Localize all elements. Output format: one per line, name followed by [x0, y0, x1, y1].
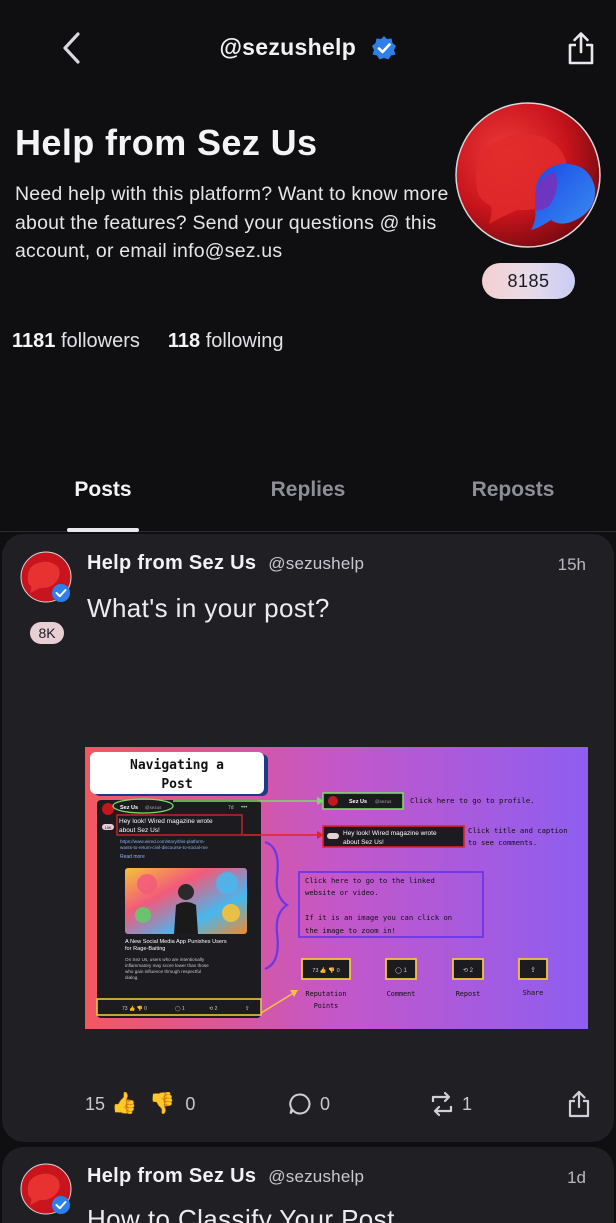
svg-text:Repost: Repost [456, 990, 481, 998]
following-count: 118 [167, 330, 201, 352]
svg-text:◯ 1: ◯ 1 [395, 967, 407, 974]
svg-text:⇪: ⇪ [245, 1005, 250, 1012]
svg-text:about Sez Us!: about Sez Us! [343, 839, 384, 846]
tab-replies[interactable]: Replies [255, 478, 361, 502]
comment-button[interactable]: 0 [288, 1089, 330, 1119]
image-heading: Navigating a [130, 758, 224, 773]
follow-stats: 1181 followers 118 following [12, 330, 284, 353]
verified-badge-icon [371, 35, 396, 59]
image-heading-2: Post [161, 777, 192, 792]
svg-text:73 👍 👎 0: 73 👍 👎 0 [312, 967, 339, 974]
vote-group: 15 👍 👎 0 [85, 1089, 195, 1119]
repost-icon [431, 1091, 453, 1117]
profile-bio: Need help with this platform? Want to kn… [15, 183, 449, 262]
svg-text:⇪: ⇪ [530, 966, 536, 974]
svg-text:⟲ 2: ⟲ 2 [209, 1006, 218, 1012]
svg-text:Reputation: Reputation [306, 990, 347, 998]
following-link[interactable]: 118 following [168, 330, 284, 352]
svg-text:•••: ••• [241, 805, 247, 811]
profile-avatar[interactable] [455, 102, 601, 248]
thumbs-up-icon[interactable]: 👍 [111, 1089, 137, 1119]
svg-text:Sez Us: Sez Us [120, 805, 138, 811]
thumbs-down-icon[interactable]: 👎 [149, 1089, 175, 1119]
profile-name: Help from Sez Us [15, 122, 318, 163]
svg-text:Read more: Read more [120, 854, 145, 860]
svg-text:https://www.wired.com/story/th: https://www.wired.com/story/this-platfor… [120, 839, 205, 844]
svg-text:inflammatory may score lower t: inflammatory may score lower than those [125, 963, 209, 968]
post-card[interactable]: Help from Sez Us @sezushelp 15h 8K What's… [2, 534, 614, 1142]
post-author-name: Help from Sez Us [87, 552, 257, 574]
svg-text:to see comments.: to see comments. [468, 838, 537, 847]
post-avatar[interactable] [20, 551, 72, 603]
active-tab-indicator [67, 528, 139, 532]
svg-text:about Sez Us!: about Sez Us! [119, 827, 160, 834]
callout-title: Click title and caption [468, 826, 568, 835]
top-bar: @sezushelp [0, 0, 616, 100]
svg-text:◯ 1: ◯ 1 [175, 1006, 185, 1012]
svg-text:Comment: Comment [387, 990, 416, 998]
svg-text:Points: Points [314, 1002, 339, 1010]
svg-text:who gain influence through res: who gain influence through respectful [125, 969, 201, 974]
tab-posts[interactable]: Posts [55, 478, 151, 502]
comment-count: 0 [320, 1093, 331, 1114]
svg-text:the image to zoom in!: the image to zoom in! [305, 926, 396, 935]
followers-link[interactable]: 1181 followers [12, 330, 140, 352]
svg-text:wants-to-return-civil-discours: wants-to-return-civil-discourse-to-socia… [120, 845, 208, 850]
post-author-handle: @sezushelp [268, 1167, 365, 1186]
svg-text:73 👍 👎 0: 73 👍 👎 0 [122, 1005, 147, 1012]
svg-text:Share: Share [523, 989, 543, 997]
repost-button[interactable]: 1 [428, 1089, 472, 1119]
profile-tabs: Posts Replies Reposts [0, 470, 616, 532]
svg-text:Sez Us: Sez Us [349, 799, 367, 805]
post-card[interactable]: Help from Sez Us @sezushelp 1d How to Cla… [2, 1147, 614, 1223]
svg-text:for Rage-Baiting: for Rage-Baiting [125, 946, 165, 952]
upvote-count: 15 [85, 1093, 106, 1114]
callout-profile: Click here to go to profile. [410, 796, 535, 805]
svg-text:dialog.: dialog. [125, 975, 139, 980]
post-reputation-badge: 8K [30, 622, 64, 644]
post-avatar[interactable] [20, 1163, 72, 1215]
svg-text:On Sez Us, users who are inten: On Sez Us, users who are intentionally [125, 957, 205, 962]
share-icon[interactable] [566, 30, 596, 66]
svg-text:website or video.: website or video. [305, 888, 379, 897]
post-image[interactable]: Navigating a Post Sez Us @sezus 7d ••• 1… [85, 747, 588, 1029]
post-timestamp: 15h [557, 555, 586, 574]
post-title[interactable]: What's in your post? [87, 593, 330, 624]
svg-text:15K: 15K [105, 826, 112, 830]
comment-icon [289, 1093, 311, 1115]
callout-link: Click here to go to the linked [305, 876, 435, 885]
tab-reposts[interactable]: Reposts [455, 478, 571, 502]
post-author-handle: @sezushelp [268, 554, 365, 573]
svg-text:⟲ 2: ⟲ 2 [463, 968, 474, 974]
post-author[interactable]: Help from Sez Us @sezushelp [87, 552, 364, 575]
header-title: @sezushelp [0, 34, 616, 61]
reputation-badge: 8185 [482, 263, 575, 299]
post-author-name: Help from Sez Us [87, 1165, 257, 1187]
svg-text:If it is an image you can clic: If it is an image you can click on [305, 913, 452, 922]
share-icon [568, 1090, 590, 1118]
repost-count: 1 [462, 1093, 473, 1114]
post-action-bar: 15 👍 👎 0 0 1 [2, 1089, 614, 1119]
followers-label: followers [60, 330, 140, 352]
following-label: following [205, 330, 284, 352]
followers-count: 1181 [12, 330, 56, 352]
header-handle: @sezushelp [219, 34, 357, 60]
post-author[interactable]: Help from Sez Us @sezushelp [87, 1165, 364, 1188]
post-title[interactable]: How to Classify Your Post [87, 1204, 395, 1223]
svg-text:Hey look! Wired magazine wrote: Hey look! Wired magazine wrote [119, 818, 213, 825]
post-share-button[interactable] [568, 1089, 590, 1119]
svg-text:A New Social Media App Punishe: A New Social Media App Punishes Users [125, 939, 227, 945]
svg-text:@sezus: @sezus [375, 799, 392, 804]
svg-text:Hey look! Wired magazine wrote: Hey look! Wired magazine wrote [343, 830, 437, 837]
svg-text:@sezus: @sezus [145, 805, 162, 810]
svg-text:7d: 7d [228, 805, 234, 811]
downvote-count: 0 [185, 1093, 196, 1114]
post-timestamp: 1d [567, 1168, 586, 1187]
